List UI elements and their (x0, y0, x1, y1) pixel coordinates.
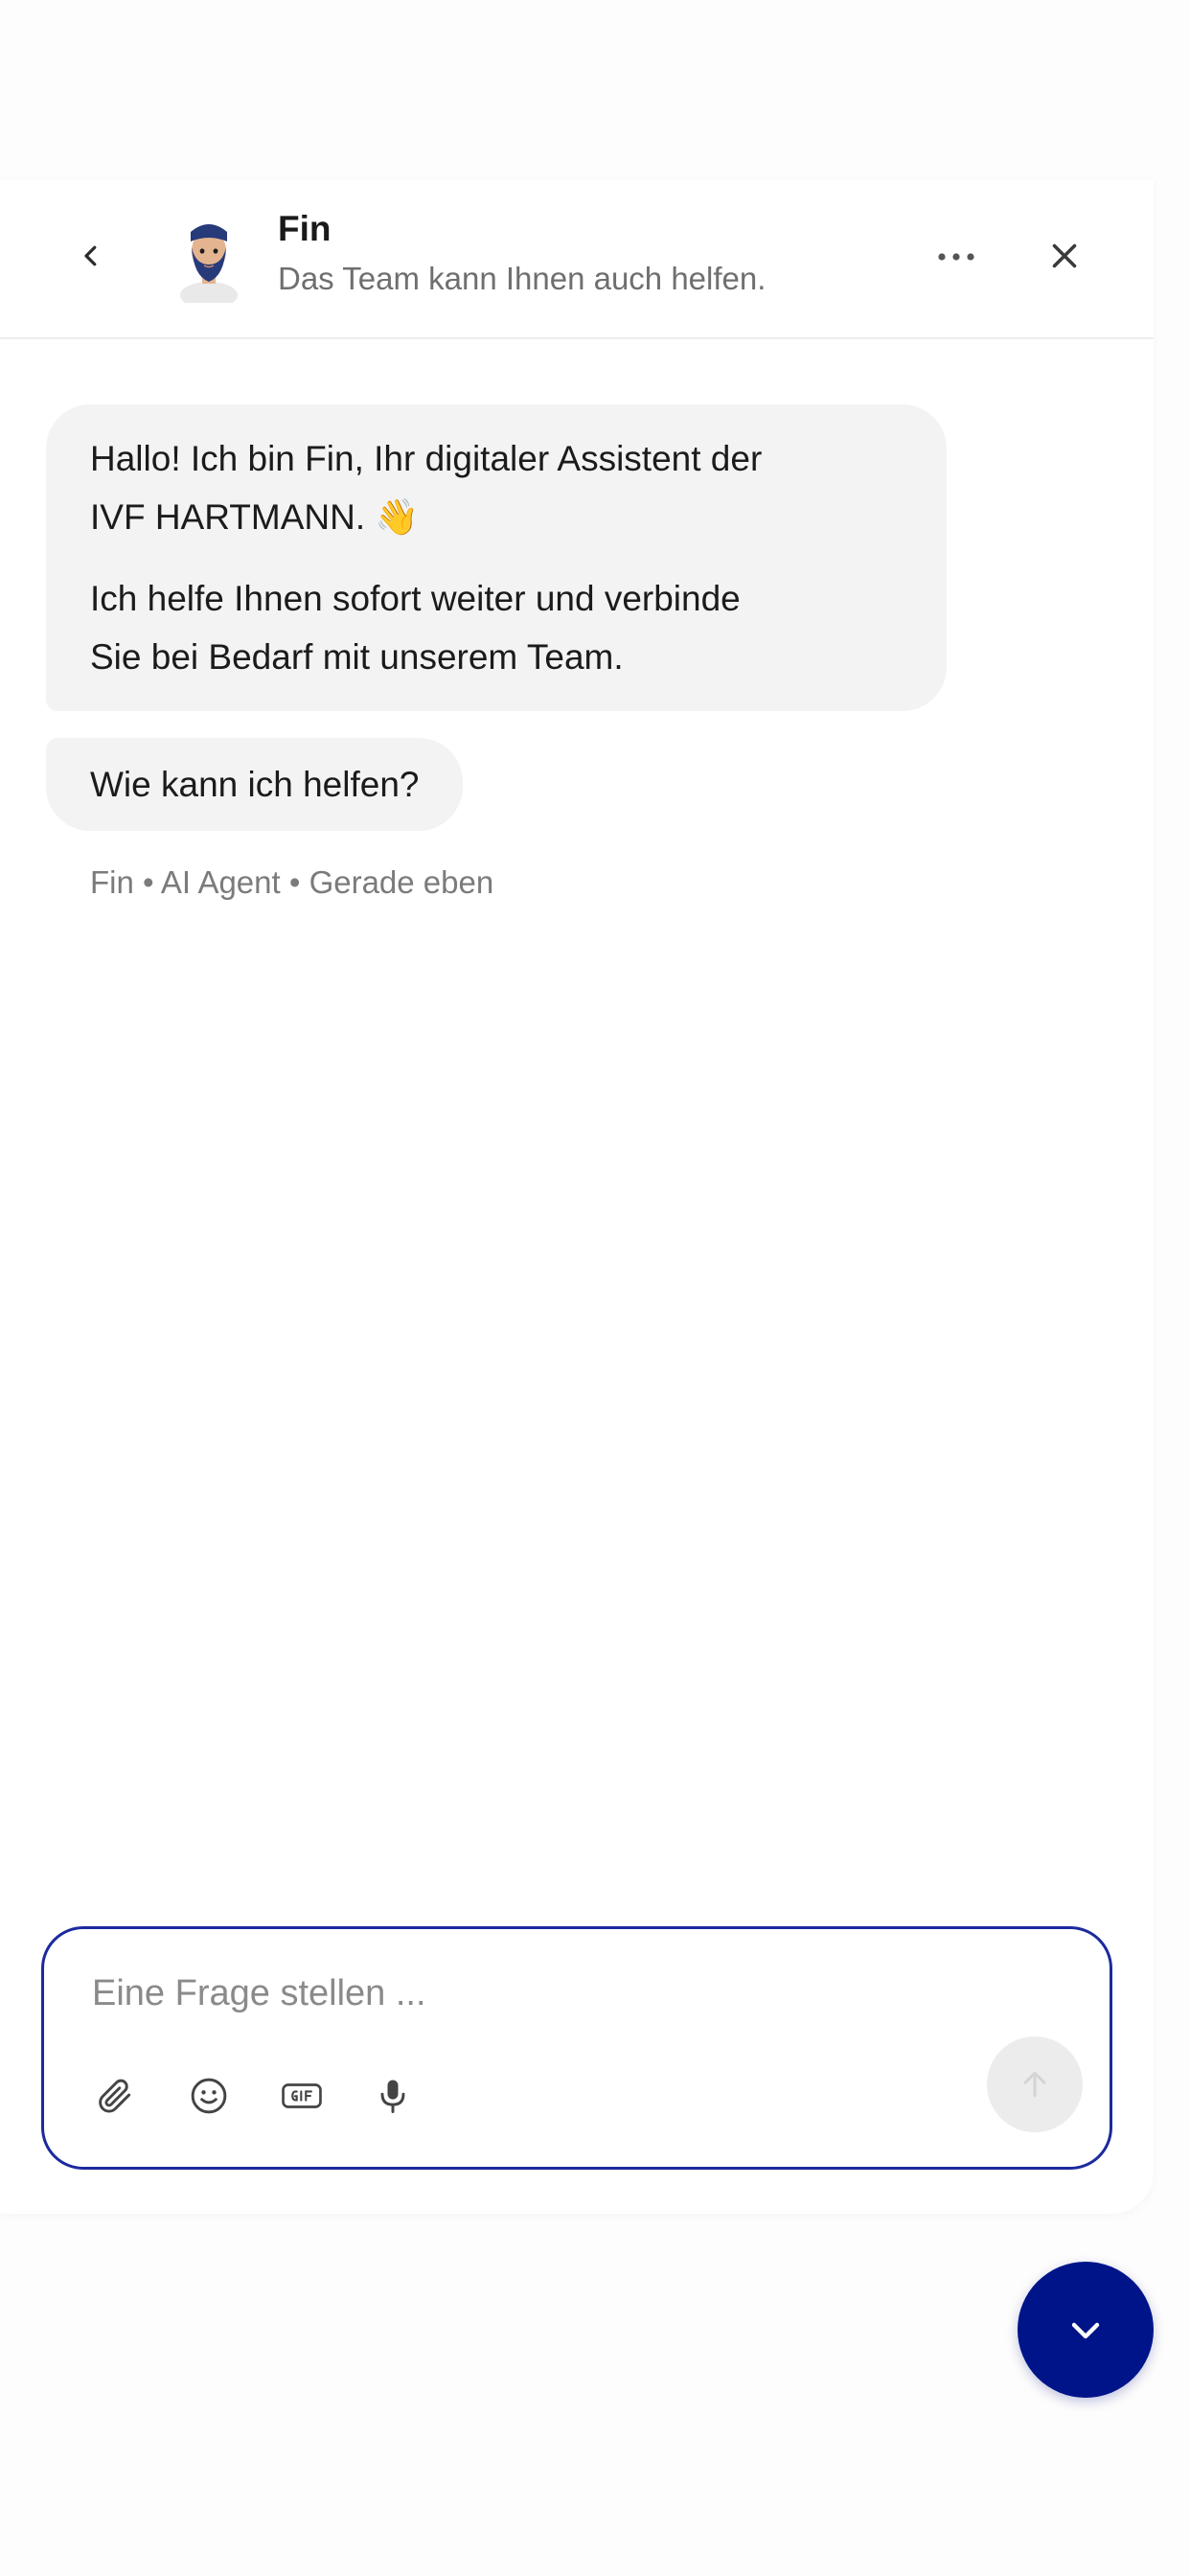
gif-button[interactable] (279, 2073, 325, 2119)
message-composer (41, 1926, 1112, 2170)
smiley-icon (191, 2078, 227, 2114)
message-input[interactable] (92, 1973, 954, 2014)
agent-name: Fin (278, 209, 332, 248)
microphone-icon (380, 2080, 405, 2113)
message-line: Sie bei Bedarf mit unserem Team. (90, 637, 624, 677)
attach-button[interactable] (92, 2073, 138, 2119)
chat-window: Fin Das Team kann Ihnen auch helfen. Hal… (0, 180, 1154, 2214)
more-horizontal-icon (938, 253, 974, 261)
voice-button[interactable] (370, 2073, 416, 2119)
send-button[interactable] (987, 2036, 1083, 2132)
chat-header: Fin Das Team kann Ihnen auch helfen. (0, 180, 1154, 339)
more-options-button[interactable] (931, 236, 981, 278)
paperclip-icon (99, 2079, 131, 2113)
back-button[interactable] (69, 234, 113, 278)
message-line: IVF HARTMANN. 👋 (90, 497, 420, 537)
arrow-up-icon (1023, 2071, 1046, 2098)
message-meta: Fin • AI Agent • Gerade eben (90, 864, 494, 900)
agent-status: Das Team kann Ihnen auch helfen. (278, 261, 767, 296)
close-icon (1052, 243, 1077, 268)
gif-icon (282, 2083, 322, 2108)
emoji-button[interactable] (186, 2073, 232, 2119)
message-line: Ich helfe Ihnen sofort weiter und verbin… (90, 579, 741, 618)
message-line: Hallo! Ich bin Fin, Ihr digitaler Assist… (90, 439, 763, 478)
close-button[interactable] (1042, 234, 1087, 278)
bot-message-question: Wie kann ich helfen? (46, 738, 464, 831)
messenger-launcher-button[interactable] (1018, 2262, 1154, 2398)
chevron-down-icon (1071, 2322, 1100, 2339)
bot-message-greeting: Hallo! Ich bin Fin, Ihr digitaler Assist… (46, 404, 947, 711)
avatar (180, 224, 238, 303)
chevron-left-icon (84, 245, 97, 266)
